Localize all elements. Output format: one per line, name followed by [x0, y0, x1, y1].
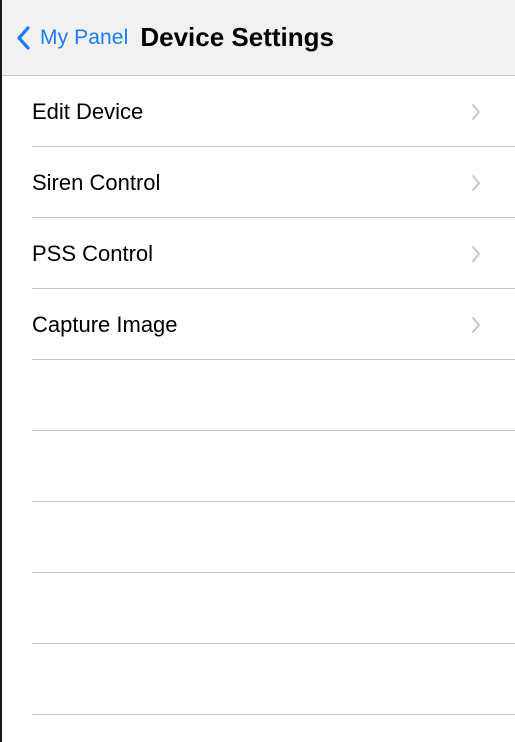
settings-list: Edit Device Siren Control PSS Control Ca…: [2, 76, 515, 715]
chevron-right-icon: [471, 173, 485, 193]
empty-list-row: [2, 573, 515, 644]
chevron-right-icon: [471, 102, 485, 122]
list-item-siren-control[interactable]: Siren Control: [2, 147, 515, 218]
back-button-label: My Panel: [40, 25, 129, 49]
navigation-bar: My Panel Device Settings: [2, 0, 515, 76]
back-button[interactable]: My Panel: [16, 25, 128, 51]
empty-list-row: [2, 431, 515, 502]
empty-list-row: [2, 360, 515, 431]
empty-list-row: [2, 644, 515, 715]
chevron-right-icon: [471, 244, 485, 264]
device-settings-screen: My Panel Device Settings Edit Device Sir…: [0, 0, 515, 742]
empty-list-row: [2, 502, 515, 573]
chevron-left-icon: [16, 25, 36, 51]
list-item-label: PSS Control: [32, 240, 154, 266]
list-item-label: Edit Device: [32, 98, 144, 124]
list-item-pss-control[interactable]: PSS Control: [2, 218, 515, 289]
chevron-right-icon: [471, 315, 485, 335]
list-item-label: Siren Control: [32, 169, 161, 195]
list-item-capture-image[interactable]: Capture Image: [2, 289, 515, 360]
list-item-label: Capture Image: [32, 311, 178, 337]
list-item-edit-device[interactable]: Edit Device: [2, 76, 515, 147]
page-title: Device Settings: [140, 22, 334, 52]
